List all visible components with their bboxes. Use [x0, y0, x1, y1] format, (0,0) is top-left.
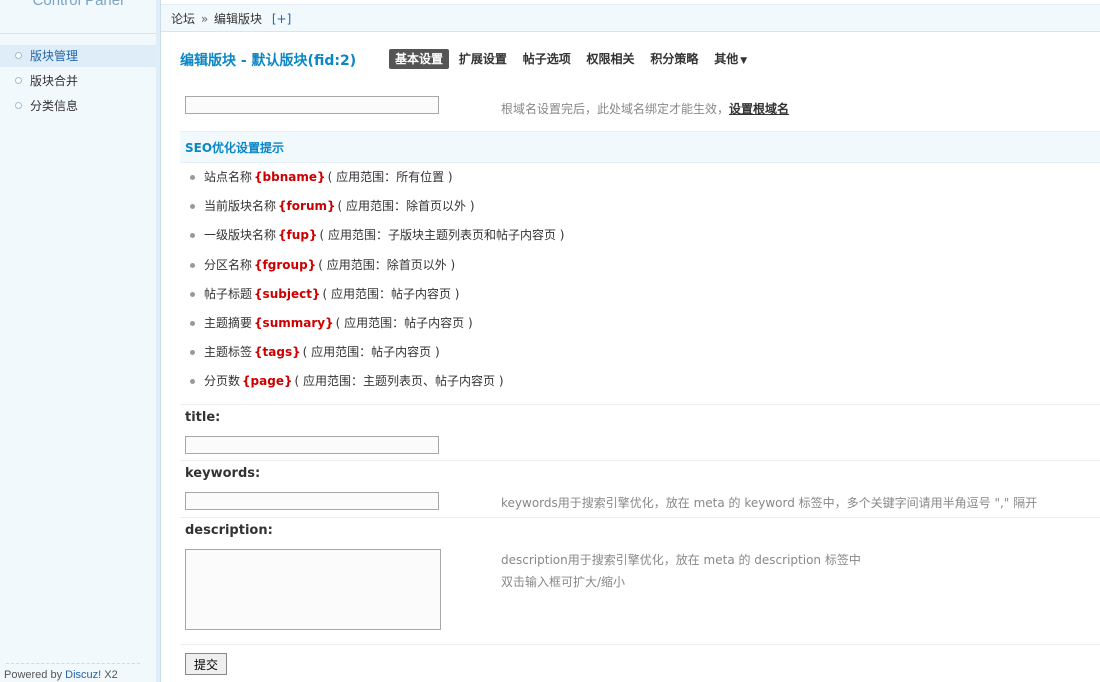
tab-post-options[interactable]: 帖子选项	[517, 49, 577, 69]
breadcrumb-separator: »	[200, 12, 209, 26]
sidebar-edge	[156, 0, 161, 682]
list-item: 主题标签 {tags}( 应用范围：帖子内容页 )	[185, 341, 564, 370]
seo-var-token: {fgroup}	[254, 257, 317, 272]
powered-by: Powered by Discuz! X2	[4, 669, 118, 681]
row-divider	[180, 404, 1100, 405]
sidebar: Control Panel 版块管理 版块合并 分类信息 Powered by …	[0, 0, 157, 682]
description-hint: description用于搜索引擎优化，放在 meta 的 descriptio…	[501, 553, 861, 567]
seo-section-title: SEO优化设置提示	[185, 141, 285, 155]
seo-var-name: 当前版块名称	[204, 199, 277, 214]
seo-var-name: 帖子标题	[204, 286, 253, 301]
tab-bar: 基本设置 扩展设置 帖子选项 权限相关 积分策略 其他 ▼	[389, 49, 753, 69]
seo-var-scope: ( 应用范围：所有位置 )	[327, 170, 453, 184]
breadcrumb: 论坛 » 编辑版块 [+]	[171, 10, 291, 27]
bullet-icon	[190, 320, 195, 326]
row-divider	[180, 644, 1100, 645]
tab-extended-settings[interactable]: 扩展设置	[453, 49, 513, 69]
list-item: 主题摘要 {summary}( 应用范围：帖子内容页 )	[185, 312, 564, 341]
powered-brand-link[interactable]: Discuz!	[65, 669, 101, 681]
powered-version: X2	[101, 669, 118, 681]
seo-var-name: 分页数	[204, 374, 241, 389]
seo-var-name: 一级版块名称	[204, 228, 277, 243]
list-item: 一级版块名称 {fup}( 应用范围：子版块主题列表页和帖子内容页 )	[185, 224, 564, 253]
row-divider	[180, 517, 1100, 518]
keywords-hint: keywords用于搜索引擎优化，放在 meta 的 keyword 标签中，多…	[501, 496, 1038, 510]
sidebar-item-label: 分类信息	[30, 99, 79, 113]
sidebar-item-label: 版块合并	[30, 74, 79, 88]
circle-bullet-icon	[15, 102, 22, 109]
tab-basic-settings[interactable]: 基本设置	[389, 49, 450, 69]
seo-variable-list: 站点名称 {bbname}( 应用范围：所有位置 ) 当前版块名称 {forum}(…	[185, 166, 564, 400]
caret-down-icon: ▼	[740, 56, 748, 66]
seo-var-scope: ( 应用范围：帖子内容页 )	[302, 345, 440, 360]
sidebar-item-forum-merge[interactable]: 版块合并	[0, 70, 156, 92]
seo-var-scope: ( 应用范围：子版块主题列表页和帖子内容页 )	[319, 228, 565, 243]
powered-prefix: Powered by	[4, 669, 66, 681]
sidebar-footer-divider	[6, 663, 140, 664]
seo-var-scope: ( 应用范围：除首页以外 )	[318, 257, 456, 272]
circle-bullet-icon	[15, 77, 22, 84]
seo-var-name: 站点名称	[204, 170, 253, 184]
bullet-icon	[190, 262, 195, 268]
seo-var-token: {subject}	[254, 286, 321, 301]
page-title: 编辑版块 - 默认版块(fid:2)	[180, 53, 357, 69]
tab-other-label: 其他	[714, 52, 739, 66]
sidebar-item-thread-types[interactable]: 分类信息	[0, 95, 156, 117]
sidebar-item-label: 版块管理	[30, 49, 79, 63]
description-label: description:	[185, 523, 273, 538]
list-item: 分页数 {page}( 应用范围：主题列表页、帖子内容页 )	[185, 370, 564, 399]
title-input[interactable]	[185, 436, 439, 454]
domain-hint: 根域名设置完后，此处域名绑定才能生效，设置根域名	[501, 100, 789, 117]
seo-var-token: {fup}	[278, 228, 318, 243]
set-root-domain-link[interactable]: 设置根域名	[729, 102, 789, 116]
control-panel-title-text: Control Panel	[32, 0, 124, 9]
seo-var-name: 分区名称	[204, 257, 253, 272]
control-panel-title: Control Panel	[0, 0, 156, 32]
domain-input[interactable]	[185, 96, 439, 114]
seo-var-scope: ( 应用范围：帖子内容页 )	[322, 286, 460, 301]
description-hint-resize: 双击输入框可扩大/缩小	[501, 575, 626, 589]
submit-button[interactable]: 提交	[185, 653, 227, 675]
sidebar-divider	[0, 33, 156, 34]
breadcrumb-root[interactable]: 论坛	[171, 12, 195, 26]
tab-credit-policy[interactable]: 积分策略	[644, 49, 704, 69]
list-item: 分区名称 {fgroup}( 应用范围：除首页以外 )	[185, 254, 564, 283]
circle-bullet-icon	[15, 52, 22, 59]
bullet-icon	[190, 233, 195, 239]
seo-var-name: 主题摘要	[204, 315, 253, 330]
add-to-menu-button[interactable]: [+]	[272, 12, 291, 26]
domain-hint-text: 根域名设置完后，此处域名绑定才能生效，	[501, 102, 730, 116]
sidebar-item-forum-manage[interactable]: 版块管理	[0, 45, 156, 67]
seo-var-token: {tags}	[254, 345, 301, 360]
list-item: 站点名称 {bbname}( 应用范围：所有位置 )	[185, 166, 564, 195]
tab-permissions[interactable]: 权限相关	[581, 49, 641, 69]
tab-other[interactable]: 其他 ▼	[708, 49, 753, 69]
bullet-icon	[190, 291, 195, 297]
list-item: 当前版块名称 {forum}( 应用范围：除首页以外 )	[185, 195, 564, 224]
keywords-label: keywords:	[185, 466, 261, 481]
bullet-icon	[190, 350, 195, 356]
seo-var-scope: ( 应用范围：帖子内容页 )	[335, 315, 473, 330]
seo-var-name: 主题标签	[204, 345, 253, 360]
sidebar-menu: 版块管理 版块合并 分类信息	[0, 45, 156, 120]
title-label: title:	[185, 410, 221, 425]
row-divider	[180, 460, 1100, 461]
keywords-input[interactable]	[185, 492, 439, 510]
bullet-icon	[190, 175, 195, 180]
seo-var-token: {bbname}	[254, 170, 326, 184]
breadcrumb-bar: 论坛 » 编辑版块 [+]	[161, 4, 1100, 32]
bullet-icon	[190, 379, 195, 385]
seo-var-token: {page}	[242, 374, 293, 389]
seo-section-header: SEO优化设置提示	[180, 131, 1100, 163]
seo-var-scope: ( 应用范围：主题列表页、帖子内容页 )	[294, 374, 504, 389]
seo-var-token: {summary}	[254, 315, 334, 330]
seo-var-token: {forum}	[278, 199, 336, 214]
bullet-icon	[190, 204, 195, 210]
seo-var-scope: ( 应用范围：除首页以外 )	[337, 199, 475, 214]
description-textarea[interactable]	[185, 549, 441, 630]
breadcrumb-current: 编辑版块	[214, 12, 263, 26]
list-item: 帖子标题 {subject}( 应用范围：帖子内容页 )	[185, 283, 564, 312]
